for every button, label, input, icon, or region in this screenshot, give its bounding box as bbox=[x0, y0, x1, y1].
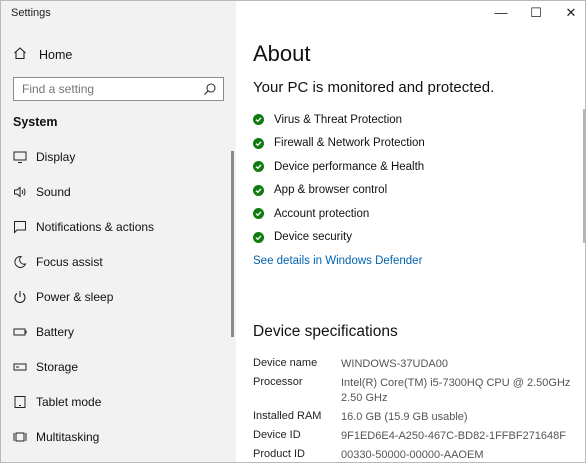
settings-window: Settings Home System Display bbox=[0, 0, 586, 463]
main-content: — ☐ ✕ About Your PC is monitored and pro… bbox=[236, 1, 585, 462]
battery-icon bbox=[13, 325, 27, 339]
sidebar-item-power-sleep[interactable]: Power & sleep bbox=[1, 279, 233, 314]
search-input[interactable] bbox=[14, 78, 194, 100]
search-box[interactable] bbox=[13, 77, 224, 101]
sidebar-item-label: Focus assist bbox=[36, 254, 103, 269]
home-button[interactable]: Home bbox=[13, 45, 72, 65]
protection-status: Your PC is monitored and protected. bbox=[253, 79, 495, 96]
protection-item: App & browser control bbox=[253, 179, 425, 203]
minimize-button[interactable]: — bbox=[491, 5, 511, 20]
spec-key: Installed RAM bbox=[253, 410, 322, 422]
spec-value: Intel(R) Core(TM) i5-7300HQ CPU @ 2.50GH… bbox=[341, 377, 571, 404]
protection-item: Virus & Threat Protection bbox=[253, 108, 425, 132]
check-icon bbox=[253, 231, 264, 243]
moon-icon bbox=[13, 255, 27, 269]
sound-icon bbox=[13, 185, 27, 199]
page-title: About bbox=[253, 41, 311, 66]
sidebar-item-label: Battery bbox=[36, 324, 75, 339]
sidebar-item-notifications[interactable]: Notifications & actions bbox=[1, 209, 233, 244]
protection-item: Device performance & Health bbox=[253, 155, 425, 179]
sidebar-item-label: Sound bbox=[36, 184, 71, 199]
notifications-icon bbox=[13, 220, 27, 234]
sidebar-item-label: Power & sleep bbox=[36, 289, 114, 304]
sidebar-item-display[interactable]: Display bbox=[1, 139, 233, 174]
protection-label: App & browser control bbox=[274, 184, 388, 197]
protection-label: Account protection bbox=[274, 207, 370, 220]
sidebar-item-label: Display bbox=[36, 149, 76, 164]
check-icon bbox=[253, 184, 264, 196]
spec-key: Processor bbox=[253, 376, 303, 388]
storage-icon bbox=[13, 360, 27, 374]
sidebar-item-battery[interactable]: Battery bbox=[1, 314, 233, 349]
check-icon bbox=[253, 137, 264, 149]
sidebar-item-label: Multitasking bbox=[36, 429, 100, 444]
sidebar-item-label: Tablet mode bbox=[36, 394, 102, 409]
home-icon bbox=[13, 46, 27, 65]
maximize-button[interactable]: ☐ bbox=[526, 5, 546, 21]
section-title: System bbox=[13, 115, 58, 129]
check-icon bbox=[253, 208, 264, 220]
sidebar-item-focus-assist[interactable]: Focus assist bbox=[1, 244, 233, 279]
sidebar: Settings Home System Display bbox=[1, 1, 236, 462]
search-icon[interactable] bbox=[203, 82, 217, 101]
spec-key: Product ID bbox=[253, 448, 305, 460]
sidebar-item-tablet-mode[interactable]: Tablet mode bbox=[1, 384, 233, 419]
sidebar-item-storage[interactable]: Storage bbox=[1, 349, 233, 384]
sidebar-scrollbar[interactable] bbox=[231, 151, 234, 337]
sidebar-item-label: Storage bbox=[36, 359, 79, 374]
protection-label: Device performance & Health bbox=[274, 160, 425, 173]
protection-list: Virus & Threat Protection Firewall & Net… bbox=[253, 108, 425, 249]
content-scrollbar[interactable] bbox=[583, 109, 585, 243]
window-title: Settings bbox=[11, 7, 51, 19]
windows-defender-link[interactable]: See details in Windows Defender bbox=[253, 255, 422, 267]
check-icon bbox=[253, 114, 264, 126]
sidebar-item-sound[interactable]: Sound bbox=[1, 174, 233, 209]
spec-value: WINDOWS-37UDA00 bbox=[341, 358, 448, 370]
display-icon bbox=[13, 150, 27, 164]
spec-key: Device name bbox=[253, 357, 318, 369]
protection-label: Firewall & Network Protection bbox=[274, 137, 425, 150]
spec-value: 00330-50000-00000-AAOEM bbox=[341, 449, 484, 461]
multitasking-icon bbox=[13, 430, 27, 444]
tablet-icon bbox=[13, 395, 27, 409]
protection-item: Firewall & Network Protection bbox=[253, 132, 425, 156]
close-button[interactable]: ✕ bbox=[561, 5, 581, 21]
power-icon bbox=[13, 290, 27, 304]
protection-item: Device security bbox=[253, 226, 425, 250]
protection-label: Virus & Threat Protection bbox=[274, 113, 403, 126]
check-icon bbox=[253, 161, 264, 173]
device-specifications-heading: Device specifications bbox=[253, 323, 398, 340]
spec-value: 16.0 GB (15.9 GB usable) bbox=[341, 411, 468, 423]
protection-item: Account protection bbox=[253, 202, 425, 226]
sidebar-nav: Display Sound Notifications & actions Fo… bbox=[1, 139, 233, 454]
sidebar-item-label: Notifications & actions bbox=[36, 219, 155, 234]
spec-key: Device ID bbox=[253, 429, 301, 441]
protection-label: Device security bbox=[274, 231, 352, 244]
sidebar-item-multitasking[interactable]: Multitasking bbox=[1, 419, 233, 454]
home-label: Home bbox=[39, 48, 73, 62]
spec-value: 9F1ED6E4-A250-467C-BD82-1FFBF271648F bbox=[341, 430, 567, 442]
